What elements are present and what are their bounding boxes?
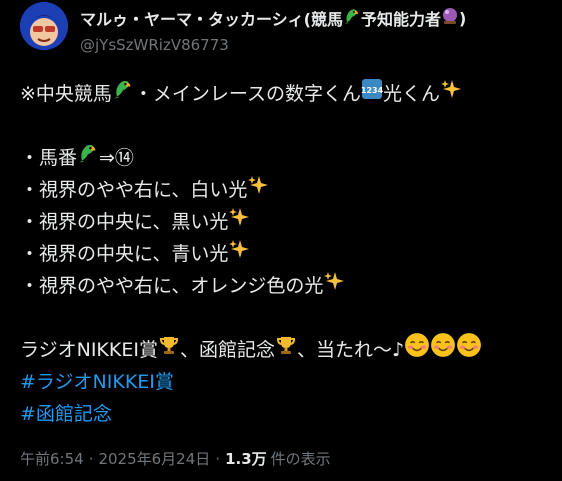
post-line-5-text: ・視界の中央に、青い光 xyxy=(20,243,229,265)
post-line-6: ・視界のやや右に、オレンジ色の光 xyxy=(20,270,550,302)
sparkles-icon xyxy=(247,174,269,206)
parrot-icon xyxy=(112,78,134,110)
sparkles-icon xyxy=(228,238,250,270)
post-date[interactable]: 2025年6月24日 xyxy=(98,448,210,469)
number-block-text: 1234 xyxy=(361,86,383,95)
meta-separator: · xyxy=(88,449,94,468)
author-name-row[interactable]: マルゥ・ヤーマ・タッカーシィ(競馬 予知能力者 ) xyxy=(80,6,466,30)
sparkles-icon xyxy=(323,270,345,302)
trophy-icon xyxy=(158,334,180,366)
post-line-1-text-c: 光くん xyxy=(382,83,440,105)
avatar[interactable] xyxy=(20,2,68,50)
post-line-2: ・馬番 ⇒⑭ xyxy=(20,142,550,174)
post-line-7-text-c: 、当たれ～♪ xyxy=(296,339,405,361)
author-handle[interactable]: @jYsSzWRizV86773 xyxy=(80,36,229,54)
post-line-7-text-b: 、函館記念 xyxy=(179,339,275,361)
author-display-name-mid[interactable]: 予知能力者 xyxy=(361,6,441,30)
post-line-4: ・視界の中央に、黒い光 xyxy=(20,206,550,238)
post-line-1: ※中央競馬 ・メインレースの数字くん 1234 光くん xyxy=(20,78,550,110)
views-label: 件の表示 xyxy=(270,450,331,468)
post-line-3-text: ・視界のやや右に、白い光 xyxy=(20,179,248,201)
post-time[interactable]: 午前6:54 xyxy=(20,448,84,469)
post-line-1-text-a: ※中央競馬 xyxy=(20,83,112,105)
crystal-ball-icon xyxy=(441,7,459,29)
author-display-name[interactable]: マルゥ・ヤーマ・タッカーシィ(競馬 xyxy=(80,6,343,30)
post-line-4-text: ・視界の中央に、黒い光 xyxy=(20,211,229,233)
post-line-3: ・視界のやや右に、白い光 xyxy=(20,174,550,206)
parrot-icon xyxy=(77,142,99,174)
hashtag-line-1: #ラジオNIKKEI賞 xyxy=(20,366,550,398)
hashtag-line-2: #函館記念 xyxy=(20,398,550,430)
parrot-icon xyxy=(343,7,361,29)
sparkles-icon xyxy=(228,206,250,238)
post-line-2-text-b: ⇒⑭ xyxy=(99,147,134,169)
smiling-face-icon xyxy=(456,332,482,368)
post-line-2-text-a: ・馬番 xyxy=(20,147,78,169)
avatar-image xyxy=(20,2,68,50)
post-meta: 午前6:54 · 2025年6月24日 · 1.3万 件の表示 xyxy=(20,448,331,469)
meta-separator: · xyxy=(215,449,221,468)
post-line-6-text: ・視界のやや右に、オレンジ色の光 xyxy=(20,275,324,297)
post-line-1-text-b: ・メインレースの数字くん xyxy=(133,83,361,105)
post-line-5: ・視界の中央に、青い光 xyxy=(20,238,550,270)
post-line-7-text-a: ラジオNIKKEI賞 xyxy=(20,339,158,361)
sparkles-icon xyxy=(440,78,462,110)
smiling-face-icon xyxy=(430,332,456,368)
smiling-face-icon xyxy=(404,332,430,368)
views-count[interactable]: 1.3万 xyxy=(225,448,267,469)
author-display-name-end[interactable]: ) xyxy=(459,9,466,28)
post-line-7: ラジオNIKKEI賞 、函館記念 、当たれ～♪ xyxy=(20,332,550,368)
trophy-icon xyxy=(275,334,297,366)
hashtag-link[interactable]: #ラジオNIKKEI賞 xyxy=(20,366,174,398)
hashtag-link[interactable]: #函館記念 xyxy=(20,398,112,430)
post-body: ※中央競馬 ・メインレースの数字くん 1234 光くん ・馬番 ⇒⑭ ・視界のや… xyxy=(20,78,550,430)
input-numbers-icon: 1234 xyxy=(361,78,384,110)
